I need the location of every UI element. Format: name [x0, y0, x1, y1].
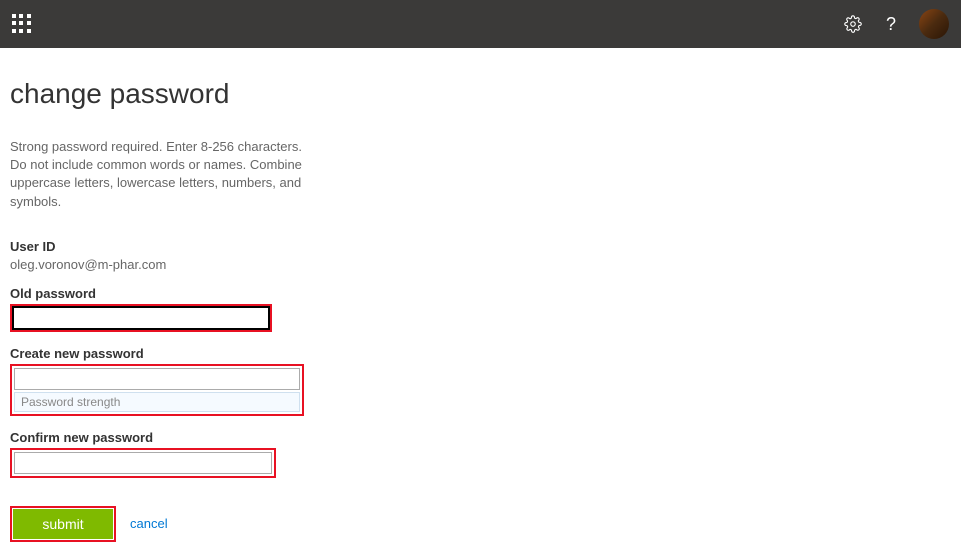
password-strength-indicator: Password strength	[14, 392, 300, 412]
gear-icon[interactable]	[843, 14, 863, 34]
cancel-link[interactable]: cancel	[130, 516, 168, 531]
button-row: submit cancel	[10, 506, 951, 542]
old-password-group: Old password	[10, 286, 951, 332]
confirm-password-group: Confirm new password	[10, 430, 951, 478]
avatar[interactable]	[919, 9, 949, 39]
user-id-value: oleg.voronov@m-phar.com	[10, 257, 166, 272]
app-launcher-icon[interactable]	[12, 14, 32, 34]
help-icon[interactable]: ?	[881, 14, 901, 34]
new-password-input[interactable]	[14, 368, 300, 390]
old-password-label: Old password	[10, 286, 951, 301]
main-content: change password Strong password required…	[0, 48, 961, 552]
submit-button[interactable]: submit	[13, 509, 113, 539]
top-header: ?	[0, 0, 961, 48]
password-requirements: Strong password required. Enter 8-256 ch…	[10, 138, 310, 211]
new-password-group: Create new password Password strength	[10, 346, 951, 416]
page-title: change password	[10, 78, 951, 110]
user-id-label: User ID	[10, 239, 951, 254]
confirm-password-label: Confirm new password	[10, 430, 951, 445]
new-password-label: Create new password	[10, 346, 951, 361]
confirm-password-input[interactable]	[14, 452, 272, 474]
old-password-input[interactable]	[12, 306, 270, 330]
user-id-group: User ID oleg.voronov@m-phar.com	[10, 239, 951, 272]
